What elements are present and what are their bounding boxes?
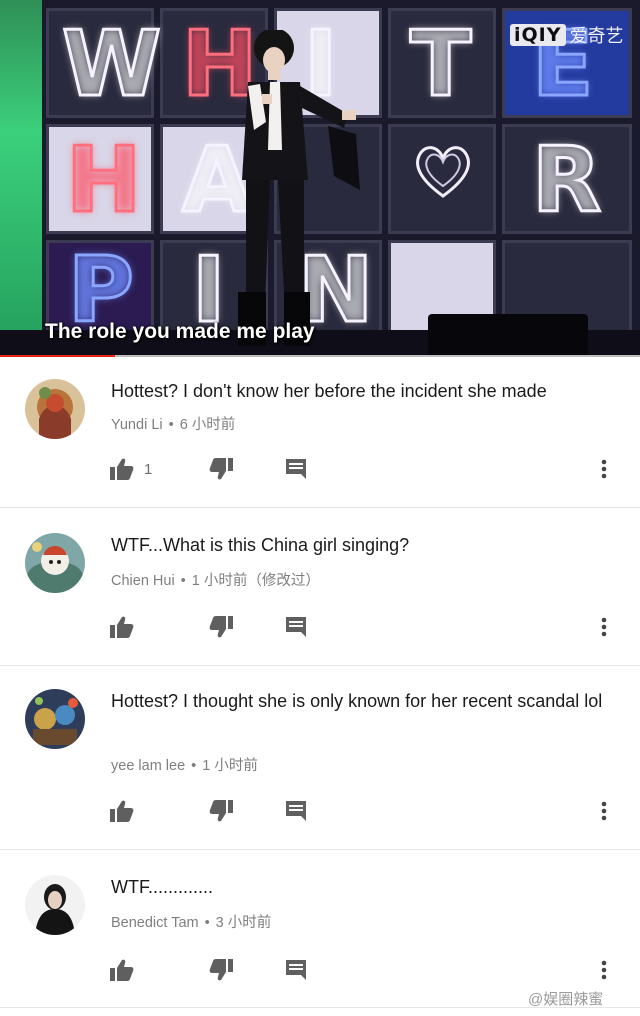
avatar[interactable] — [25, 379, 85, 439]
dislike-button[interactable] — [209, 612, 233, 642]
thumbs-down-icon — [209, 959, 233, 981]
video-frame: W H I T E H A R P I N iQIY 爱奇艺 The role … — [0, 0, 640, 357]
like-button[interactable] — [110, 612, 144, 642]
comment-icon — [286, 960, 306, 980]
comment-icon — [286, 617, 306, 637]
comment-meta: yee lam lee • 1 小时前 — [111, 754, 258, 775]
more-options-button[interactable] — [600, 955, 608, 985]
like-button[interactable]: 1 — [110, 454, 152, 484]
comment-author[interactable]: Yundi Li — [111, 417, 163, 433]
heart-light — [416, 146, 470, 198]
comment-time: 6 小时前 — [179, 417, 236, 433]
comment-author[interactable]: Benedict Tam — [111, 915, 199, 931]
video-progress-bar[interactable] — [0, 355, 640, 357]
meta-separator: • — [204, 915, 210, 931]
more-options-button[interactable] — [600, 796, 608, 826]
comment-text: Hottest? I thought she is only known for… — [111, 691, 603, 711]
channel-logo: iQIY 爱奇艺 — [510, 22, 624, 48]
more-vert-icon — [601, 617, 607, 637]
comment-item: WTF...What is this China girl singing? C… — [0, 516, 640, 666]
video-player[interactable]: W H I T E H A R P I N iQIY 爱奇艺 The role … — [0, 0, 640, 357]
logo-mark: iQIY — [510, 24, 566, 46]
like-button[interactable] — [110, 955, 144, 985]
comment-author[interactable]: Chien Hui — [111, 573, 175, 589]
dislike-button[interactable] — [209, 454, 233, 484]
wall-letter: W — [60, 12, 162, 117]
video-progress-fill — [0, 355, 116, 357]
wall-letter: H — [64, 128, 142, 233]
comment-text: WTF............. — [111, 877, 213, 897]
performer-figure — [238, 30, 360, 346]
meta-separator: • — [168, 417, 174, 433]
comment-actions — [0, 612, 640, 642]
comment-text: WTF...What is this China girl singing? — [111, 535, 410, 555]
like-count: 1 — [144, 460, 153, 478]
comment-actions — [0, 796, 640, 826]
thumbs-up-icon — [110, 959, 134, 981]
meta-separator: • — [180, 573, 186, 589]
comment-text: Hottest? I don't know her before the inc… — [111, 381, 547, 401]
meta-separator: • — [191, 758, 197, 774]
more-vert-icon — [601, 459, 607, 479]
thumbs-up-icon — [110, 800, 134, 822]
more-vert-icon — [601, 801, 607, 821]
thumbs-down-icon — [209, 458, 233, 480]
dislike-button[interactable] — [209, 955, 233, 985]
avatar[interactable] — [25, 689, 85, 749]
comment-item: Hottest? I thought she is only known for… — [0, 672, 640, 850]
comment-item: Hottest? I don't know her before the inc… — [0, 362, 640, 508]
more-options-button[interactable] — [600, 454, 608, 484]
video-subtitle: The role you made me play — [45, 320, 315, 343]
avatar[interactable] — [25, 533, 85, 593]
thumbs-down-icon — [209, 616, 233, 638]
comment-author[interactable]: yee lam lee — [111, 758, 185, 774]
thumbs-down-icon — [209, 800, 233, 822]
comment-actions — [0, 955, 640, 985]
wall-letter: R — [530, 128, 602, 233]
comment-meta: Yundi Li • 6 小时前 — [111, 413, 235, 434]
comment-icon — [286, 801, 306, 821]
dislike-button[interactable] — [209, 796, 233, 826]
wall-letter: T — [408, 12, 472, 117]
reply-button[interactable] — [285, 796, 307, 826]
comment-meta: Chien Hui • 1 小时前（修改过） — [111, 569, 320, 590]
stage-speaker — [428, 314, 588, 356]
reply-button[interactable] — [285, 612, 307, 642]
comment-meta: Benedict Tam • 3 小时前 — [111, 911, 271, 932]
more-vert-icon — [601, 960, 607, 980]
comment-time: 3 小时前 — [215, 915, 272, 931]
logo-text: 爱奇艺 — [569, 26, 624, 47]
stage-light — [0, 0, 42, 330]
weibo-watermark: @娱圈辣蜜 — [528, 991, 604, 1008]
comment-item: WTF............. Benedict Tam • 3 小时前 — [0, 858, 640, 1008]
thumbs-up-icon — [110, 616, 134, 638]
thumbs-up-icon — [110, 458, 134, 480]
reply-button[interactable] — [285, 454, 307, 484]
more-options-button[interactable] — [600, 612, 608, 642]
avatar[interactable] — [25, 875, 85, 935]
comment-time: 1 小时前（修改过） — [191, 573, 320, 589]
comment-actions: 1 — [0, 454, 640, 484]
reply-button[interactable] — [285, 955, 307, 985]
comment-icon — [286, 459, 306, 479]
comment-time: 1 小时前 — [202, 758, 258, 774]
like-button[interactable] — [110, 796, 144, 826]
